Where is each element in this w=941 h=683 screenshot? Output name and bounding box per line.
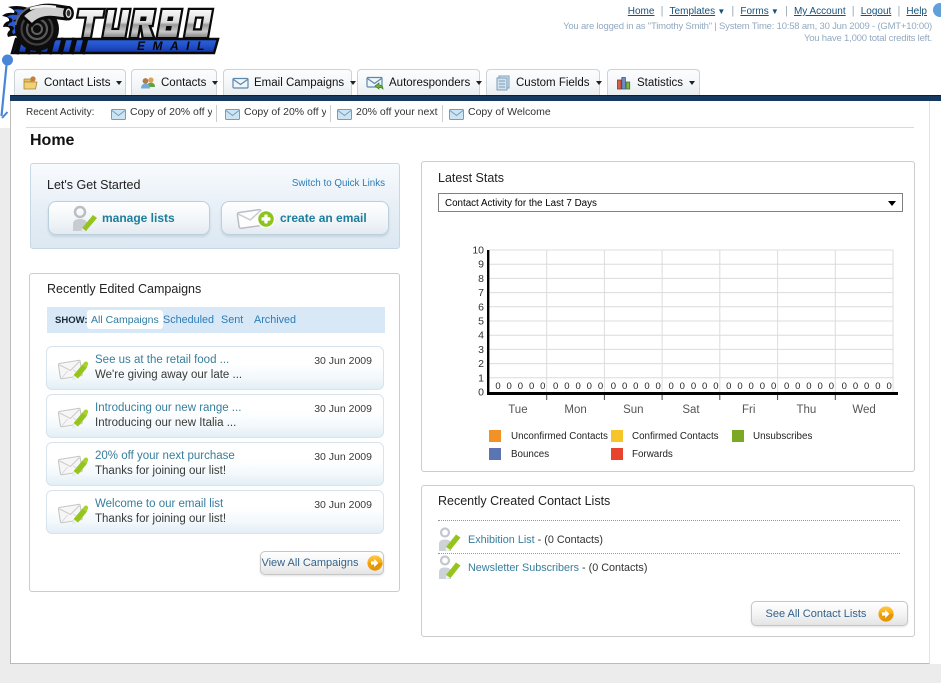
svg-text:0: 0 xyxy=(633,381,638,392)
svg-text:0: 0 xyxy=(760,381,765,392)
svg-text:0: 0 xyxy=(540,381,545,392)
svg-text:0: 0 xyxy=(518,381,523,392)
svg-text:0: 0 xyxy=(564,381,569,392)
svg-text:0: 0 xyxy=(726,381,731,392)
svg-text:0: 0 xyxy=(680,381,685,392)
svg-text:0: 0 xyxy=(691,381,696,392)
svg-text:0: 0 xyxy=(842,381,847,392)
svg-text:8: 8 xyxy=(478,273,484,285)
svg-text:0: 0 xyxy=(806,381,811,392)
svg-text:0: 0 xyxy=(737,381,742,392)
svg-text:0: 0 xyxy=(529,381,534,392)
svg-text:0: 0 xyxy=(644,381,649,392)
svg-text:0: 0 xyxy=(784,381,789,392)
svg-text:Tue: Tue xyxy=(508,404,527,416)
svg-text:0: 0 xyxy=(598,381,603,392)
svg-text:Wed: Wed xyxy=(852,404,875,416)
svg-text:Fri: Fri xyxy=(742,404,755,416)
svg-text:2: 2 xyxy=(478,358,484,370)
svg-text:Thu: Thu xyxy=(796,404,816,416)
svg-text:6: 6 xyxy=(478,301,484,313)
svg-text:0: 0 xyxy=(668,381,673,392)
svg-text:5: 5 xyxy=(478,316,484,328)
svg-text:0: 0 xyxy=(829,381,834,392)
svg-text:0: 0 xyxy=(575,381,580,392)
svg-text:Mon: Mon xyxy=(564,404,586,416)
svg-text:0: 0 xyxy=(875,381,880,392)
svg-text:0: 0 xyxy=(853,381,858,392)
svg-text:0: 0 xyxy=(495,381,500,392)
svg-text:0: 0 xyxy=(817,381,822,392)
svg-text:Sat: Sat xyxy=(682,404,700,416)
svg-text:0: 0 xyxy=(656,381,661,392)
svg-text:0: 0 xyxy=(713,381,718,392)
svg-text:0: 0 xyxy=(587,381,592,392)
svg-text:0: 0 xyxy=(795,381,800,392)
svg-text:0: 0 xyxy=(702,381,707,392)
svg-text:0: 0 xyxy=(886,381,891,392)
svg-text:3: 3 xyxy=(478,344,484,356)
svg-text:0: 0 xyxy=(611,381,616,392)
svg-text:0: 0 xyxy=(553,381,558,392)
svg-text:0: 0 xyxy=(507,381,512,392)
svg-text:0: 0 xyxy=(749,381,754,392)
svg-text:Sun: Sun xyxy=(623,404,643,416)
svg-text:0: 0 xyxy=(864,381,869,392)
svg-text:7: 7 xyxy=(478,287,484,299)
svg-text:0: 0 xyxy=(478,387,484,399)
svg-text:4: 4 xyxy=(478,330,484,342)
svg-text:10: 10 xyxy=(472,245,484,257)
svg-text:9: 9 xyxy=(478,259,484,271)
svg-text:1: 1 xyxy=(478,372,484,384)
svg-text:0: 0 xyxy=(622,381,627,392)
svg-text:0: 0 xyxy=(771,381,776,392)
